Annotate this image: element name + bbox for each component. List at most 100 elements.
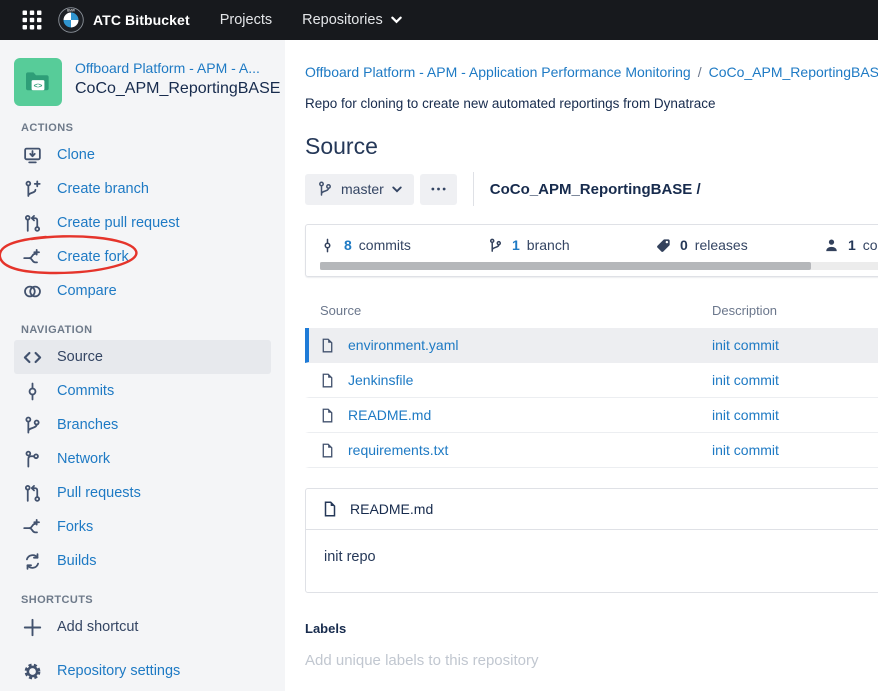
branch-selector-label: master xyxy=(341,181,384,197)
file-row-environment-yaml[interactable]: environment.yaml init commit xyxy=(305,328,878,363)
branch-selector-button[interactable]: master xyxy=(305,174,414,205)
sidebar-item-repository-settings[interactable]: Repository settings xyxy=(14,654,271,688)
stat-label: branch xyxy=(527,237,570,253)
sidebar-item-branches[interactable]: Branches xyxy=(14,408,271,442)
stat-releases[interactable]: 0 releases xyxy=(656,237,824,253)
builds-icon xyxy=(23,552,42,571)
sidebar-item-label: Forks xyxy=(57,519,93,535)
sidebar-item-label: Clone xyxy=(57,147,95,163)
breadcrumb-project-link[interactable]: Offboard Platform - APM - Application Pe… xyxy=(305,64,691,80)
sidebar-item-label: Builds xyxy=(57,553,97,569)
caret-down-icon xyxy=(391,16,402,24)
commit-icon xyxy=(320,238,335,253)
commit-message-link[interactable]: init commit xyxy=(712,442,878,458)
column-header-description: Description xyxy=(712,303,878,318)
file-row-readme-md[interactable]: README.md init commit xyxy=(305,398,878,433)
stat-label: commits xyxy=(359,237,411,253)
app-switcher-grid-icon[interactable] xyxy=(22,10,42,30)
more-actions-button[interactable] xyxy=(420,174,457,205)
compare-icon xyxy=(23,282,42,301)
sidebar-item-create-fork[interactable]: Create fork xyxy=(14,240,271,274)
sidebar-item-source[interactable]: Source xyxy=(14,340,271,374)
readme-filename[interactable]: README.md xyxy=(350,501,433,517)
stat-count: 0 xyxy=(680,237,688,253)
sidebar-item-label: Network xyxy=(57,451,110,467)
sidebar-item-builds[interactable]: Builds xyxy=(14,544,271,578)
breadcrumb-separator: / xyxy=(698,64,702,80)
file-row-jenkinsfile[interactable]: Jenkinsfile init commit xyxy=(305,363,878,398)
stat-count: 1 xyxy=(512,237,520,253)
bmw-logo[interactable]: BMW xyxy=(58,7,84,33)
create-pull-request-icon xyxy=(23,214,42,233)
sidebar-item-label: Compare xyxy=(57,283,117,299)
create-fork-icon xyxy=(23,248,42,267)
commit-message-link[interactable]: init commit xyxy=(712,337,878,353)
stat-commits[interactable]: 8 commits xyxy=(320,237,488,253)
readme-card: README.md init repo xyxy=(305,488,878,593)
tag-icon xyxy=(656,238,671,253)
topnav-projects[interactable]: Projects xyxy=(220,12,272,28)
actions-section-title: ACTIONS xyxy=(21,122,271,134)
chevron-down-icon xyxy=(392,186,402,193)
breadcrumb-repo-link[interactable]: CoCo_APM_ReportingBASE xyxy=(709,64,878,80)
file-name-link[interactable]: Jenkinsfile xyxy=(348,372,413,388)
app-title[interactable]: ATC Bitbucket xyxy=(93,12,190,28)
file-name-link[interactable]: requirements.txt xyxy=(348,442,448,458)
sidebar-item-add-shortcut[interactable]: Add shortcut xyxy=(14,610,271,644)
repo-stats-card: 8 commits 1 branch 0 releases xyxy=(305,224,878,277)
sidebar-item-create-pull-request[interactable]: Create pull request xyxy=(14,206,271,240)
current-path: CoCo_APM_ReportingBASE / xyxy=(490,181,701,198)
sidebar-item-clone[interactable]: Clone xyxy=(14,138,271,172)
clone-icon xyxy=(23,146,42,165)
file-name-link[interactable]: environment.yaml xyxy=(348,337,459,353)
readme-content: init repo xyxy=(306,530,878,592)
sidebar-item-label: Create fork xyxy=(57,249,129,265)
stat-count: 8 xyxy=(344,237,352,253)
sidebar-item-label: Pull requests xyxy=(57,485,141,501)
branch-icon xyxy=(488,238,503,253)
commit-message-link[interactable]: init commit xyxy=(712,407,878,423)
file-row-requirements-txt[interactable]: requirements.txt init commit xyxy=(305,433,878,468)
document-icon xyxy=(320,443,335,458)
ellipsis-icon xyxy=(431,187,446,191)
breadcrumb: Offboard Platform - APM - Application Pe… xyxy=(305,64,878,80)
labels-placeholder[interactable]: Add unique labels to this repository xyxy=(305,652,878,669)
sidebar-item-label: Branches xyxy=(57,417,118,433)
repo-description: Repo for cloning to create new automated… xyxy=(305,96,878,111)
sidebar-item-commits[interactable]: Commits xyxy=(14,374,271,408)
sidebar-item-compare[interactable]: Compare xyxy=(14,274,271,308)
sidebar-item-pull-requests[interactable]: Pull requests xyxy=(14,476,271,510)
toolbar-divider xyxy=(473,172,474,206)
sidebar-item-create-branch[interactable]: Create branch xyxy=(14,172,271,206)
navigation-section-title: NAVIGATION xyxy=(21,324,271,336)
sidebar-project-link[interactable]: Offboard Platform - APM - A... xyxy=(75,60,271,76)
sidebar-item-label: Add shortcut xyxy=(57,619,138,635)
pull-request-icon xyxy=(23,484,42,503)
gear-icon xyxy=(23,662,42,681)
sidebar-item-label: Create pull request xyxy=(57,215,180,231)
stat-label: releases xyxy=(695,237,748,253)
file-name-link[interactable]: README.md xyxy=(348,407,431,423)
sidebar-item-label: Create branch xyxy=(57,181,149,197)
page-title: Source xyxy=(305,133,878,160)
shortcuts-section-title: SHORTCUTS xyxy=(21,594,271,606)
stat-contributors[interactable]: 1 contributor xyxy=(824,237,878,253)
sidebar-item-label: Commits xyxy=(57,383,114,399)
topnav-repositories[interactable]: Repositories xyxy=(302,12,402,28)
repo-avatar[interactable]: <> xyxy=(14,58,62,106)
svg-text:BMW: BMW xyxy=(67,9,75,13)
stat-branches[interactable]: 1 branch xyxy=(488,237,656,253)
source-toolbar: master CoCo_APM_ReportingBASE / xyxy=(305,172,878,206)
commit-message-link[interactable]: init commit xyxy=(712,372,878,388)
file-table-header: Source Description xyxy=(305,297,878,328)
repository-sidebar: <> Offboard Platform - APM - A... CoCo_A… xyxy=(0,40,285,691)
sidebar-item-forks[interactable]: Forks xyxy=(14,510,271,544)
commit-icon xyxy=(23,382,42,401)
code-icon xyxy=(23,348,42,367)
sidebar-item-network[interactable]: Network xyxy=(14,442,271,476)
scrollbar-thumb[interactable] xyxy=(320,262,811,270)
file-table: Source Description environment.yaml init… xyxy=(305,297,878,468)
create-branch-icon xyxy=(23,180,42,199)
branch-icon xyxy=(23,416,42,435)
document-icon xyxy=(320,338,335,353)
